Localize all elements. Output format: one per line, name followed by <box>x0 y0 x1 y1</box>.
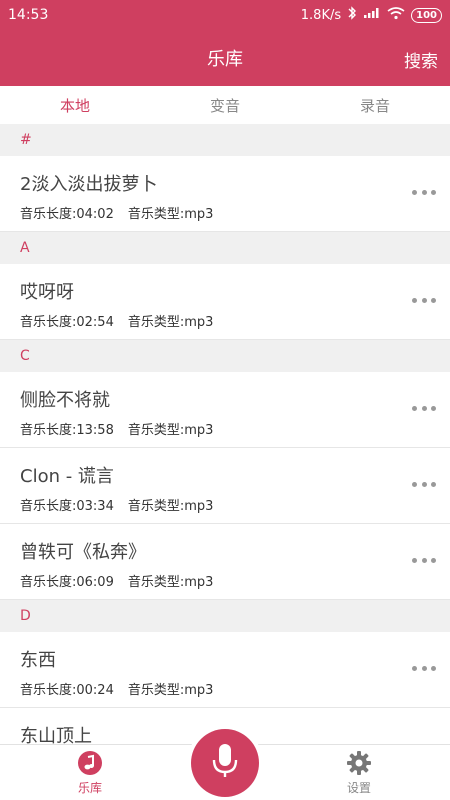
tab-recording[interactable]: 录音 <box>300 86 450 124</box>
song-meta: 音乐长度:13:58 音乐类型:mp3 <box>20 419 213 438</box>
tab-bar: 本地 变音 录音 <box>0 86 450 124</box>
song-duration: 音乐长度:06:09 <box>20 575 114 590</box>
song-type: 音乐类型:mp3 <box>127 207 214 222</box>
song-title: 2淡入淡出拔萝卜 <box>20 174 158 195</box>
song-item[interactable]: 曾轶可《私奔》 音乐长度:06:09 音乐类型:mp3 <box>0 524 450 600</box>
section-header: # <box>0 124 450 156</box>
tab-voice-change[interactable]: 变音 <box>150 86 300 124</box>
song-title: 东山顶上 <box>20 726 92 744</box>
song-item[interactable]: 东西 音乐长度:00:24 音乐类型:mp3 <box>0 632 450 708</box>
network-speed: 1.8K/s <box>300 7 342 23</box>
song-meta: 音乐长度:06:09 音乐类型:mp3 <box>20 571 213 590</box>
song-duration: 音乐长度:00:24 <box>20 683 114 698</box>
tab-local[interactable]: 本地 <box>0 86 150 124</box>
song-duration: 音乐长度:02:54 <box>20 315 114 330</box>
status-time: 14:53 <box>8 7 49 23</box>
song-duration: 音乐长度:13:58 <box>20 423 114 438</box>
song-title: Clon - 谎言 <box>20 466 114 487</box>
song-type: 音乐类型:mp3 <box>127 499 214 514</box>
song-title: 东西 <box>20 650 56 671</box>
song-item[interactable]: 哎呀呀 音乐长度:02:54 音乐类型:mp3 <box>0 264 450 340</box>
wifi-icon <box>387 6 405 24</box>
song-title: 侧脸不将就 <box>20 390 110 411</box>
signal-icon <box>363 7 381 23</box>
bluetooth-icon <box>347 6 357 24</box>
more-dots-icon[interactable] <box>412 400 436 416</box>
more-dots-icon[interactable] <box>412 184 436 200</box>
song-meta: 音乐长度:03:34 音乐类型:mp3 <box>20 495 213 514</box>
record-button[interactable] <box>191 729 259 797</box>
status-bar: 14:53 1.8K/s 100 <box>0 0 450 30</box>
page-title: 乐库 <box>207 49 243 70</box>
song-item[interactable]: 2淡入淡出拔萝卜 音乐长度:04:02 音乐类型:mp3 <box>0 156 450 232</box>
song-duration: 音乐长度:04:02 <box>20 207 114 222</box>
song-list[interactable]: # 2淡入淡出拔萝卜 音乐长度:04:02 音乐类型:mp3 A 哎呀呀 音乐长… <box>0 124 450 744</box>
app-bar: 乐库 搜索 <box>0 30 450 86</box>
more-dots-icon[interactable] <box>412 552 436 568</box>
more-dots-icon[interactable] <box>412 476 436 492</box>
section-header: C <box>0 340 450 372</box>
search-button[interactable]: 搜索 <box>404 47 438 72</box>
nav-settings-label: 设置 <box>346 781 371 795</box>
song-type: 音乐类型:mp3 <box>127 683 214 698</box>
song-type: 音乐类型:mp3 <box>127 423 214 438</box>
section-header: A <box>0 232 450 264</box>
app-header: 14:53 1.8K/s 100 乐库 搜索 <box>0 0 450 86</box>
song-title: 曾轶可《私奔》 <box>20 542 146 563</box>
section-header: D <box>0 600 450 632</box>
more-dots-icon[interactable] <box>412 660 436 676</box>
song-type: 音乐类型:mp3 <box>127 575 214 590</box>
song-type: 音乐类型:mp3 <box>127 315 214 330</box>
song-title: 哎呀呀 <box>20 282 74 303</box>
song-meta: 音乐长度:02:54 音乐类型:mp3 <box>20 311 213 330</box>
nav-settings[interactable]: 设置 <box>314 749 404 796</box>
music-note-icon <box>76 749 104 777</box>
status-indicators: 1.8K/s 100 <box>301 6 442 24</box>
battery-indicator: 100 <box>411 7 442 23</box>
nav-library[interactable]: 乐库 <box>45 749 135 796</box>
song-duration: 音乐长度:03:34 <box>20 499 114 514</box>
more-dots-icon[interactable] <box>412 292 436 308</box>
gear-icon <box>345 749 373 777</box>
microphone-icon <box>210 742 240 784</box>
song-item[interactable]: 侧脸不将就 音乐长度:13:58 音乐类型:mp3 <box>0 372 450 448</box>
song-meta: 音乐长度:00:24 音乐类型:mp3 <box>20 679 213 698</box>
song-meta: 音乐长度:04:02 音乐类型:mp3 <box>20 203 213 222</box>
song-item[interactable]: Clon - 谎言 音乐长度:03:34 音乐类型:mp3 <box>0 448 450 524</box>
nav-library-label: 乐库 <box>77 781 102 795</box>
